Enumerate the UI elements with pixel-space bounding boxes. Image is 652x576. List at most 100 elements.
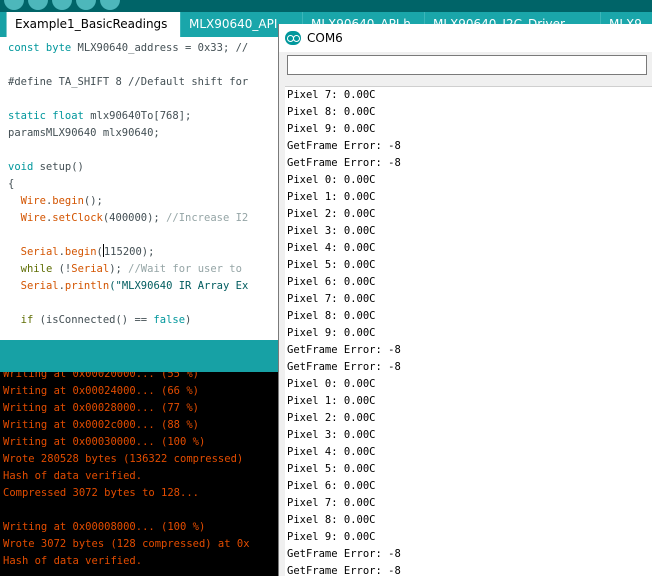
verify-button[interactable]	[4, 0, 24, 10]
code-token: mlx90640To[768];	[90, 110, 192, 122]
code-token: ();	[83, 195, 103, 207]
serial-output-line: Pixel 7: 0.00C	[287, 89, 376, 101]
output-console: Writing at 0x00020000... (55 %) Writing a…	[0, 372, 278, 576]
serial-output-line: Pixel 5: 0.00C	[287, 463, 376, 475]
new-button[interactable]	[52, 0, 72, 10]
code-token: const byte	[8, 42, 78, 54]
serial-output-line: Pixel 4: 0.00C	[287, 242, 376, 254]
console-line: Wrote 3072 bytes (128 compressed) at 0x	[3, 538, 250, 550]
code-line: paramsMLX90640 mlx90640;	[8, 125, 160, 142]
serial-monitor-titlebar[interactable]: COM6	[279, 24, 652, 52]
serial-output-line: Pixel 6: 0.00C	[287, 480, 376, 492]
code-token: ("MLX90640 IR Array Ex	[109, 280, 249, 292]
code-token: (isConnected() ==	[39, 314, 154, 326]
code-token: #define TA_SHIFT 8 //Default shift for	[8, 76, 249, 88]
console-line: Writing at 0x00008000... (100 %)	[3, 521, 206, 533]
code-line: const byte MLX90640_address = 0x33; //	[8, 40, 248, 57]
code-line: #define TA_SHIFT 8 //Default shift for	[8, 74, 248, 91]
code-token: static float	[8, 110, 91, 122]
code-token: void	[8, 161, 40, 173]
serial-output-line: Pixel 6: 0.00C	[287, 276, 376, 288]
code-token: )	[185, 314, 192, 326]
code-token: Serial	[20, 280, 59, 292]
console-line: Hash of data verified.	[3, 555, 143, 567]
serial-output-area[interactable]: Pixel 7: 0.00C Pixel 8: 0.00C Pixel 9: 0.0…	[285, 86, 652, 576]
console-line: Hash of data verified.	[3, 470, 143, 482]
tab-example1-basicreadings[interactable]: Example1_BasicReadings	[6, 12, 187, 37]
console-line: Writing at 0x00024000... (66 %)	[3, 385, 199, 397]
code-line: void setup()	[8, 159, 84, 176]
code-line: Wire.setClock(400000); //Increase I2	[8, 210, 249, 227]
code-token: (!	[58, 263, 72, 275]
serial-output-line: Pixel 8: 0.00C	[287, 514, 376, 526]
serial-output-line: Pixel 9: 0.00C	[287, 327, 376, 339]
serial-monitor-window: COM6 Pixel 7: 0.00C Pixel 8: 0.00C Pixel 9…	[278, 24, 652, 576]
serial-output-line: Pixel 7: 0.00C	[287, 497, 376, 509]
serial-output-line: Pixel 0: 0.00C	[287, 378, 376, 390]
code-token: setup()	[39, 161, 84, 173]
code-token: begin	[64, 246, 97, 258]
serial-output-line: Pixel 9: 0.00C	[287, 123, 376, 135]
open-button[interactable]	[76, 0, 96, 10]
arduino-serial-icon	[285, 31, 301, 45]
console-line: Writing at 0x00020000... (55 %)	[3, 372, 199, 380]
code-token: );	[109, 263, 129, 275]
serial-send-input[interactable]	[287, 55, 647, 75]
status-bar	[0, 340, 278, 372]
serial-output-line: Pixel 8: 0.00C	[287, 310, 376, 322]
console-line: Compressed 3072 bytes to 128...	[3, 487, 199, 499]
serial-output-line: GetFrame Error: -8	[287, 140, 401, 152]
code-token: Wire	[20, 195, 46, 207]
serial-output-line: GetFrame Error: -8	[287, 565, 401, 576]
code-token: Serial	[71, 263, 110, 275]
serial-output-line: GetFrame Error: -8	[287, 344, 401, 356]
serial-output-line: Pixel 1: 0.00C	[287, 191, 376, 203]
code-line: {	[8, 176, 14, 193]
serial-output-line: Pixel 2: 0.00C	[287, 412, 376, 424]
code-line: static float mlx90640To[768];	[8, 108, 191, 125]
code-token: setClock	[52, 212, 103, 224]
code-editor[interactable]: const byte MLX90640_address = 0x33; // #d…	[0, 37, 278, 340]
console-line: Wrote 280528 bytes (136322 compressed)	[3, 453, 244, 465]
save-button[interactable]	[100, 0, 120, 10]
code-line: Serial.println("MLX90640 IR Array Ex	[8, 278, 249, 295]
code-token: MLX90640_address = 0x33; //	[77, 42, 249, 54]
code-token: while	[20, 263, 59, 275]
serial-output-line: Pixel 7: 0.00C	[287, 293, 376, 305]
code-token: false	[153, 314, 186, 326]
upload-button[interactable]	[28, 0, 48, 10]
code-token: if	[20, 314, 40, 326]
serial-output-line: GetFrame Error: -8	[287, 361, 401, 373]
serial-output-line: Pixel 2: 0.00C	[287, 208, 376, 220]
console-line: Writing at 0x00030000... (100 %)	[3, 436, 206, 448]
code-token: println	[64, 280, 110, 292]
code-token: 115200);	[103, 246, 155, 258]
code-token: begin	[52, 195, 84, 207]
serial-output-line: Pixel 8: 0.00C	[287, 106, 376, 118]
serial-output-line: Pixel 4: 0.00C	[287, 446, 376, 458]
serial-output-line: Pixel 5: 0.00C	[287, 259, 376, 271]
code-token: (400000);	[102, 212, 167, 224]
serial-output-line: Pixel 0: 0.00C	[287, 174, 376, 186]
code-token: //Increase I2	[166, 212, 249, 224]
console-line: Writing at 0x00028000... (77 %)	[3, 402, 199, 414]
serial-output-line: Pixel 9: 0.00C	[287, 531, 376, 543]
code-token: //Wait for user to	[128, 263, 242, 275]
code-line: Wire.begin();	[8, 193, 103, 210]
serial-output-line: Pixel 3: 0.00C	[287, 225, 376, 237]
code-token: {	[8, 178, 15, 190]
code-token: paramsMLX90640 mlx90640;	[8, 127, 160, 139]
serial-output-line: GetFrame Error: -8	[287, 548, 401, 560]
serial-output-line: Pixel 3: 0.00C	[287, 429, 376, 441]
code-line: if (isConnected() == false)	[8, 312, 192, 329]
code-line: while (!Serial); //Wait for user to	[8, 261, 242, 278]
serial-output-line: GetFrame Error: -8	[287, 157, 401, 169]
ide-toolbar	[0, 0, 652, 12]
serial-output-line: Pixel 1: 0.00C	[287, 395, 376, 407]
